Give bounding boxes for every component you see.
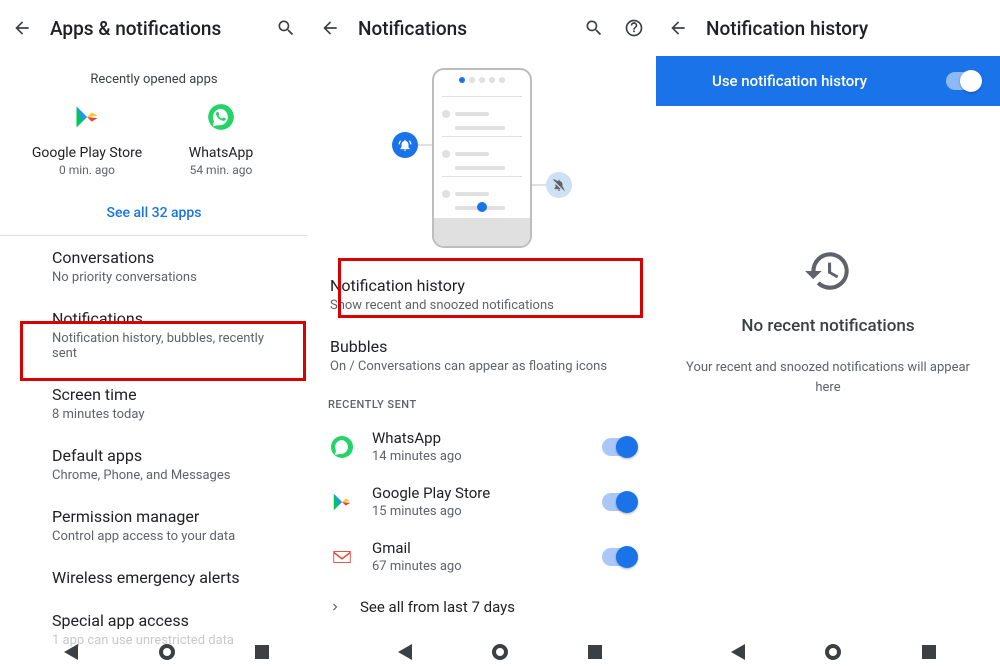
- recently-opened-heading: Recently opened apps: [0, 72, 308, 87]
- search-button[interactable]: [582, 16, 606, 40]
- recent-notification-play-store[interactable]: Google Play Store 15 minutes ago: [308, 474, 656, 529]
- list-item-primary: Default apps: [52, 446, 288, 465]
- see-all-recent-link[interactable]: See all from last 7 days: [308, 584, 656, 630]
- whatsapp-icon: [205, 101, 237, 133]
- recent-app-name: Google Play Store: [27, 145, 147, 161]
- list-item-secondary: Chrome, Phone, and Messages: [52, 468, 288, 483]
- whatsapp-icon: [328, 433, 356, 461]
- list-item-primary: Notifications: [52, 309, 288, 328]
- recent-notification-gmail[interactable]: Gmail 67 minutes ago: [308, 529, 656, 584]
- nav-home-icon[interactable]: [159, 644, 175, 660]
- page-title: Apps & notifications: [50, 17, 258, 40]
- app-name: Gmail: [372, 539, 586, 557]
- recently-sent-heading: RECENTLY SENT: [308, 386, 656, 419]
- recent-app-play-store[interactable]: Google Play Store 0 min. ago: [27, 101, 147, 177]
- list-item-default-apps[interactable]: Default apps Chrome, Phone, and Messages: [0, 434, 308, 495]
- nav-back-icon[interactable]: [398, 644, 412, 660]
- appbar: Notification history: [656, 0, 1000, 56]
- toggle-label: Use notification history: [712, 72, 867, 90]
- search-icon: [276, 18, 296, 38]
- list-item-notifications[interactable]: Notifications Notification history, bubb…: [0, 297, 308, 373]
- app-sub: 67 minutes ago: [372, 559, 586, 574]
- list-item-bubbles[interactable]: Bubbles On / Conversations can appear as…: [308, 325, 656, 386]
- list-item-secondary: Control app access to your data: [52, 529, 288, 544]
- empty-subtitle: Your recent and snoozed notifications wi…: [676, 358, 980, 397]
- appbar: Apps & notifications: [0, 0, 308, 56]
- list-item-primary: Bubbles: [330, 337, 636, 356]
- system-nav-bar: [0, 637, 1000, 667]
- page-title: Notification history: [706, 17, 990, 40]
- list-item-secondary: No priority conversations: [52, 270, 288, 285]
- app-name: Google Play Store: [372, 484, 586, 502]
- list-item-primary: Conversations: [52, 248, 288, 267]
- play-store-icon: [71, 101, 103, 133]
- app-name: WhatsApp: [372, 429, 586, 447]
- arrow-back-icon: [12, 18, 32, 38]
- see-all-recent-label: See all from last 7 days: [360, 598, 515, 616]
- list-item-primary: Permission manager: [52, 507, 288, 526]
- arrow-back-icon: [320, 18, 340, 38]
- notification-toggle[interactable]: [602, 548, 636, 566]
- toggle-switch[interactable]: [946, 72, 980, 90]
- notification-history-screen: Notification history Use notification hi…: [656, 0, 1000, 667]
- list-item-primary: Notification history: [330, 276, 636, 295]
- app-sub: 14 minutes ago: [372, 449, 586, 464]
- notification-toggle[interactable]: [602, 438, 636, 456]
- bell-off-icon: [546, 172, 572, 198]
- list-item-secondary: 8 minutes today: [52, 407, 288, 422]
- nav-back-icon[interactable]: [64, 644, 78, 660]
- list-item-primary: Wireless emergency alerts: [52, 568, 288, 587]
- bell-ring-icon: [392, 132, 418, 158]
- nav-home-icon[interactable]: [492, 644, 508, 660]
- play-store-icon: [328, 488, 356, 516]
- notifications-illustration: [392, 68, 572, 248]
- help-button[interactable]: [622, 16, 646, 40]
- recent-app-name: WhatsApp: [161, 145, 281, 161]
- list-item-screen-time[interactable]: Screen time 8 minutes today: [0, 373, 308, 434]
- see-all-apps-link[interactable]: See all 32 apps: [0, 205, 308, 221]
- nav-recents-icon[interactable]: [255, 645, 269, 659]
- list-item-notification-history[interactable]: Notification history Show recent and sno…: [308, 264, 656, 325]
- nav-recents-icon[interactable]: [922, 645, 936, 659]
- recent-app-sub: 0 min. ago: [27, 163, 147, 177]
- list-item-primary: Screen time: [52, 385, 288, 404]
- arrow-back-icon: [668, 18, 688, 38]
- list-item-secondary: On / Conversations can appear as floatin…: [330, 359, 636, 374]
- list-item-wireless-alerts[interactable]: Wireless emergency alerts: [0, 556, 308, 599]
- gmail-icon: [328, 543, 356, 571]
- nav-back-icon[interactable]: [731, 644, 745, 660]
- appbar: Notifications: [308, 0, 656, 56]
- nav-home-icon[interactable]: [825, 644, 841, 660]
- help-icon: [624, 18, 644, 38]
- empty-title: No recent notifications: [676, 316, 980, 336]
- apps-and-notifications-screen: Apps & notifications Recently opened app…: [0, 0, 308, 667]
- back-button[interactable]: [666, 16, 690, 40]
- search-icon: [584, 18, 604, 38]
- chevron-right-icon: [328, 600, 342, 614]
- back-button[interactable]: [10, 16, 34, 40]
- recent-app-whatsapp[interactable]: WhatsApp 54 min. ago: [161, 101, 281, 177]
- page-title: Notifications: [358, 17, 566, 40]
- list-item-conversations[interactable]: Conversations No priority conversations: [0, 236, 308, 297]
- list-item-secondary: Notification history, bubbles, recently …: [52, 331, 288, 361]
- notifications-screen: Notifications: [308, 0, 656, 667]
- back-button[interactable]: [318, 16, 342, 40]
- recent-apps: Google Play Store 0 min. ago WhatsApp 54…: [0, 101, 308, 177]
- search-button[interactable]: [274, 16, 298, 40]
- use-notification-history-toggle-row[interactable]: Use notification history: [656, 56, 1000, 106]
- empty-state: No recent notifications Your recent and …: [656, 246, 1000, 397]
- app-sub: 15 minutes ago: [372, 504, 586, 519]
- nav-recents-icon[interactable]: [588, 645, 602, 659]
- recent-notification-whatsapp[interactable]: WhatsApp 14 minutes ago: [308, 419, 656, 474]
- history-icon: [803, 246, 853, 296]
- list-item-permission-manager[interactable]: Permission manager Control app access to…: [0, 495, 308, 556]
- list-item-primary: Special app access: [52, 611, 288, 630]
- notification-toggle[interactable]: [602, 493, 636, 511]
- list-item-secondary: Show recent and snoozed notifications: [330, 298, 636, 313]
- recent-app-sub: 54 min. ago: [161, 163, 281, 177]
